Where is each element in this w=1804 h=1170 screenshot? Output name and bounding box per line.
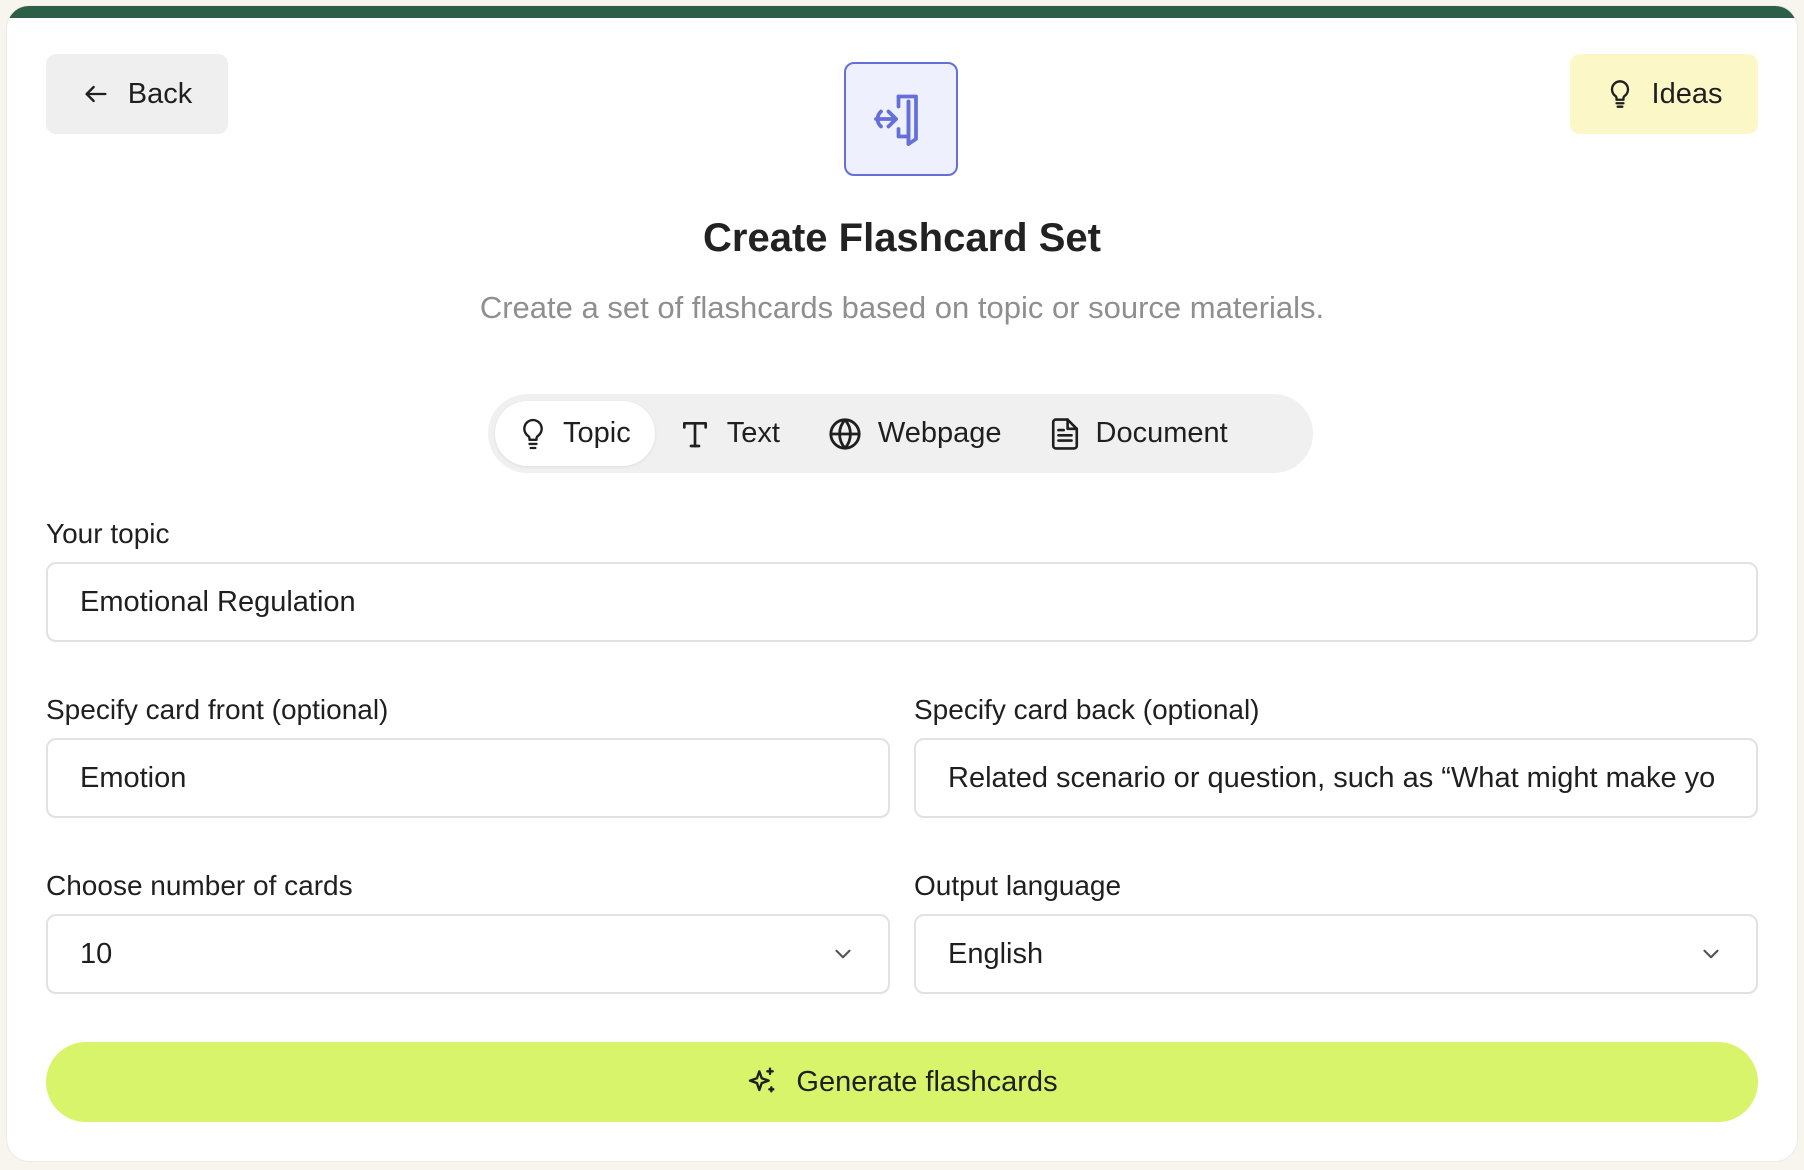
ideas-button[interactable]: Ideas bbox=[1570, 54, 1758, 134]
topic-input[interactable]: Emotional Regulation bbox=[46, 562, 1758, 642]
tab-text-label: Text bbox=[726, 417, 780, 449]
tab-webpage-label: Webpage bbox=[877, 417, 1002, 449]
arrow-left-icon bbox=[82, 80, 110, 108]
globe-icon bbox=[828, 417, 862, 451]
tab-document-label: Document bbox=[1095, 417, 1228, 449]
document-icon bbox=[1050, 417, 1080, 451]
ideas-button-label: Ideas bbox=[1651, 77, 1723, 110]
card-back-label: Specify card back (optional) bbox=[914, 694, 1260, 725]
generate-flashcards-label: Generate flashcards bbox=[796, 1065, 1058, 1098]
chevron-down-icon bbox=[1698, 941, 1724, 967]
top-accent-bar bbox=[7, 6, 1797, 18]
back-button-label: Back bbox=[127, 77, 193, 110]
lightbulb-icon bbox=[1606, 79, 1634, 109]
tab-text[interactable]: Text bbox=[655, 401, 804, 466]
tab-document[interactable]: Document bbox=[1026, 401, 1252, 466]
text-icon bbox=[679, 418, 711, 450]
lightbulb-icon bbox=[519, 417, 547, 451]
back-button[interactable]: Back bbox=[46, 54, 228, 134]
tab-webpage[interactable]: Webpage bbox=[804, 401, 1026, 466]
flashcard-card: Back Ideas Create Flashcard Set Create a… bbox=[7, 6, 1797, 1161]
card-front-input[interactable]: Emotion bbox=[46, 738, 890, 818]
generate-flashcards-button[interactable]: Generate flashcards bbox=[46, 1042, 1758, 1122]
card-count-label: Choose number of cards bbox=[46, 870, 353, 901]
tab-topic-label: Topic bbox=[563, 417, 631, 449]
output-language-label: Output language bbox=[914, 870, 1122, 901]
chevron-down-icon bbox=[830, 941, 856, 967]
flashcard-app-icon bbox=[844, 62, 958, 176]
topic-label: Your topic bbox=[46, 518, 170, 549]
card-front-input-value: Emotion bbox=[80, 761, 187, 794]
output-language-value: English bbox=[948, 937, 1044, 970]
page-title: Create Flashcard Set bbox=[703, 216, 1101, 260]
card-front-label: Specify card front (optional) bbox=[46, 694, 389, 725]
page-subtitle: Create a set of flashcards based on topi… bbox=[479, 290, 1325, 325]
card-count-select[interactable]: 10 bbox=[46, 914, 890, 994]
output-language-select[interactable]: English bbox=[914, 914, 1758, 994]
source-tabs: Topic Text Webpage Document bbox=[488, 394, 1313, 473]
card-back-input-value: Related scenario or question, such as “W… bbox=[948, 761, 1716, 794]
tab-topic[interactable]: Topic bbox=[495, 401, 655, 466]
card-count-value: 10 bbox=[80, 937, 113, 970]
sparkles-icon bbox=[746, 1066, 778, 1098]
card-back-input[interactable]: Related scenario or question, such as “W… bbox=[914, 738, 1758, 818]
topic-input-value: Emotional Regulation bbox=[80, 585, 356, 618]
